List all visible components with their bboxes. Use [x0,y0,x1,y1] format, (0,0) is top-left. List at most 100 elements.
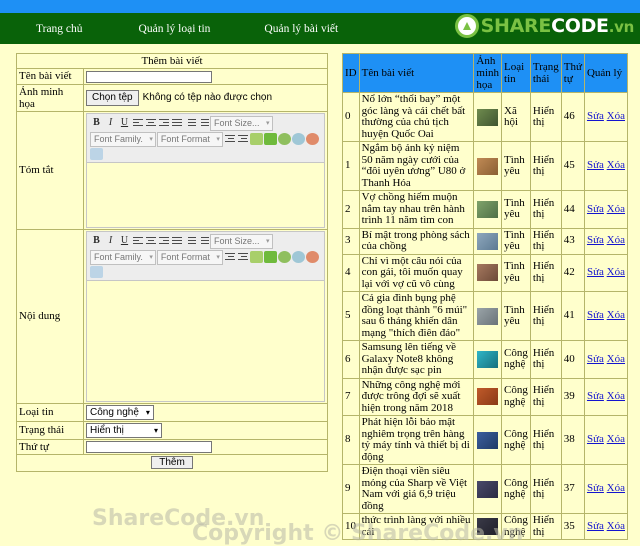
edit-link[interactable]: Sửa [587,433,604,446]
cell-status: Hiển thị [530,341,561,378]
content-editor[interactable]: B I U Font Size... ▾ Font Family. ▾ Font… [86,230,325,402]
cell-name: Nổ lớn “thổi bay” một góc làng và cái ch… [359,93,474,141]
font-family-select[interactable]: Font Family. [90,249,156,265]
order-input[interactable] [86,441,212,453]
cell-thumbnail [474,93,502,141]
delete-link[interactable]: Xóa [607,309,625,322]
cell-thumbnail [474,191,502,228]
unordered-list-icon[interactable] [197,236,209,246]
italic-icon[interactable]: I [104,235,117,247]
edit-link[interactable]: Sửa [587,309,604,322]
article-thumbnail [477,232,499,250]
delete-link[interactable]: Xóa [607,482,625,495]
choose-file-button[interactable]: Chọn tệp [86,89,139,106]
insert-media-icon[interactable] [90,147,103,160]
status-select[interactable]: Hiển thị [86,422,162,438]
unordered-list-icon[interactable] [197,118,209,128]
unlink-icon[interactable] [277,133,291,145]
file-status-text: Không có tệp nào được chọn [142,92,273,103]
indent-icon[interactable] [237,134,249,144]
font-size-select[interactable]: Font Size... [210,115,273,131]
cell-order: 35 [561,514,584,539]
edit-link[interactable]: Sửa [587,390,604,402]
anchor-icon[interactable] [291,133,305,145]
insert-link-icon[interactable] [263,251,277,263]
cell-id: 2 [343,191,359,228]
header-image[interactable]: Ảnh minh họa [474,54,502,92]
nav-link-home[interactable]: Trang chủ [30,23,89,35]
underline-icon[interactable]: U [118,117,131,129]
font-format-select[interactable]: Font Format [156,249,223,265]
header-category[interactable]: Loại tin [502,54,530,92]
edit-link[interactable]: Sửa [587,203,604,215]
align-right-icon[interactable] [158,236,170,246]
edit-link[interactable]: Sửa [587,520,604,532]
delete-link[interactable]: Xóa [607,234,625,247]
header-name[interactable]: Tên bài viết [359,54,474,92]
font-family-select[interactable]: Font Family. [90,131,156,147]
edit-link[interactable]: Sửa [587,234,604,247]
category-select[interactable]: Công nghệ [86,404,154,420]
color-picker-icon[interactable] [305,251,319,263]
site-logo[interactable]: SHARECODE.vn [454,14,634,38]
insert-media-icon[interactable] [90,265,103,278]
edit-image-icon[interactable] [249,251,263,263]
cell-id: 6 [343,341,359,378]
delete-link[interactable]: Xóa [607,159,625,172]
summary-textarea[interactable] [87,162,324,227]
align-center-icon[interactable] [145,236,157,246]
delete-link[interactable]: Xóa [607,266,625,278]
unlink-icon[interactable] [277,251,291,263]
header-id[interactable]: ID [343,54,359,92]
edit-image-icon[interactable] [249,133,263,145]
article-thumbnail [477,518,499,535]
delete-link[interactable]: Xóa [607,390,625,402]
cell-manage: Sửa Xóa [584,416,627,464]
underline-icon[interactable]: U [118,235,131,247]
outdent-icon[interactable] [224,252,236,262]
edit-link[interactable]: Sửa [587,353,604,365]
anchor-icon[interactable] [291,251,305,263]
header-manage[interactable]: Quản lý [584,54,627,92]
align-center-icon[interactable] [145,118,157,128]
indent-icon[interactable] [237,252,249,262]
edit-link[interactable]: Sửa [587,266,604,278]
header-order[interactable]: Thứ tự [561,54,584,92]
font-format-select[interactable]: Font Format [156,131,223,147]
color-picker-icon[interactable] [305,133,319,145]
cell-manage: Sửa Xóa [584,142,627,190]
align-left-icon[interactable] [132,236,144,246]
align-justify-icon[interactable] [171,118,183,128]
nav-link-manage-articles[interactable]: Quản lý bài viết [258,23,344,35]
delete-link[interactable]: Xóa [607,433,625,446]
edit-link[interactable]: Sửa [587,110,604,123]
articles-list: ID Tên bài viết Ảnh minh họa Loại tin Tr… [342,53,628,540]
ordered-list-icon[interactable] [184,236,196,246]
article-name-input[interactable] [86,70,212,83]
bold-icon[interactable]: B [90,235,103,247]
nav-link-manage-categories[interactable]: Quản lý loại tin [133,23,217,35]
align-justify-icon[interactable] [171,236,183,246]
edit-link[interactable]: Sửa [587,159,604,172]
italic-icon[interactable]: I [104,117,117,129]
bold-icon[interactable]: B [90,117,103,129]
font-size-select[interactable]: Font Size... [210,233,273,249]
edit-link[interactable]: Sửa [587,482,604,495]
summary-editor[interactable]: B I U Font Size... ▾ Font Family. ▾ Font… [86,112,325,228]
align-right-icon[interactable] [158,118,170,128]
outdent-icon[interactable] [224,134,236,144]
cell-id: 0 [343,93,359,141]
content-textarea[interactable] [87,280,324,401]
insert-link-icon[interactable] [263,133,277,145]
cell-name: Bí mật trong phòng sách của chồng [359,228,474,254]
delete-link[interactable]: Xóa [607,353,625,365]
submit-button[interactable]: Thêm [151,456,193,469]
cell-name: Cả gia đình bụng phệ đồng loạt thành "6 … [359,292,474,340]
ordered-list-icon[interactable] [184,118,196,128]
delete-link[interactable]: Xóa [607,520,625,532]
delete-link[interactable]: Xóa [607,203,625,215]
align-left-icon[interactable] [132,118,144,128]
header-status[interactable]: Trạng thái [530,54,561,92]
cell-manage: Sửa Xóa [584,378,627,415]
delete-link[interactable]: Xóa [607,110,625,123]
